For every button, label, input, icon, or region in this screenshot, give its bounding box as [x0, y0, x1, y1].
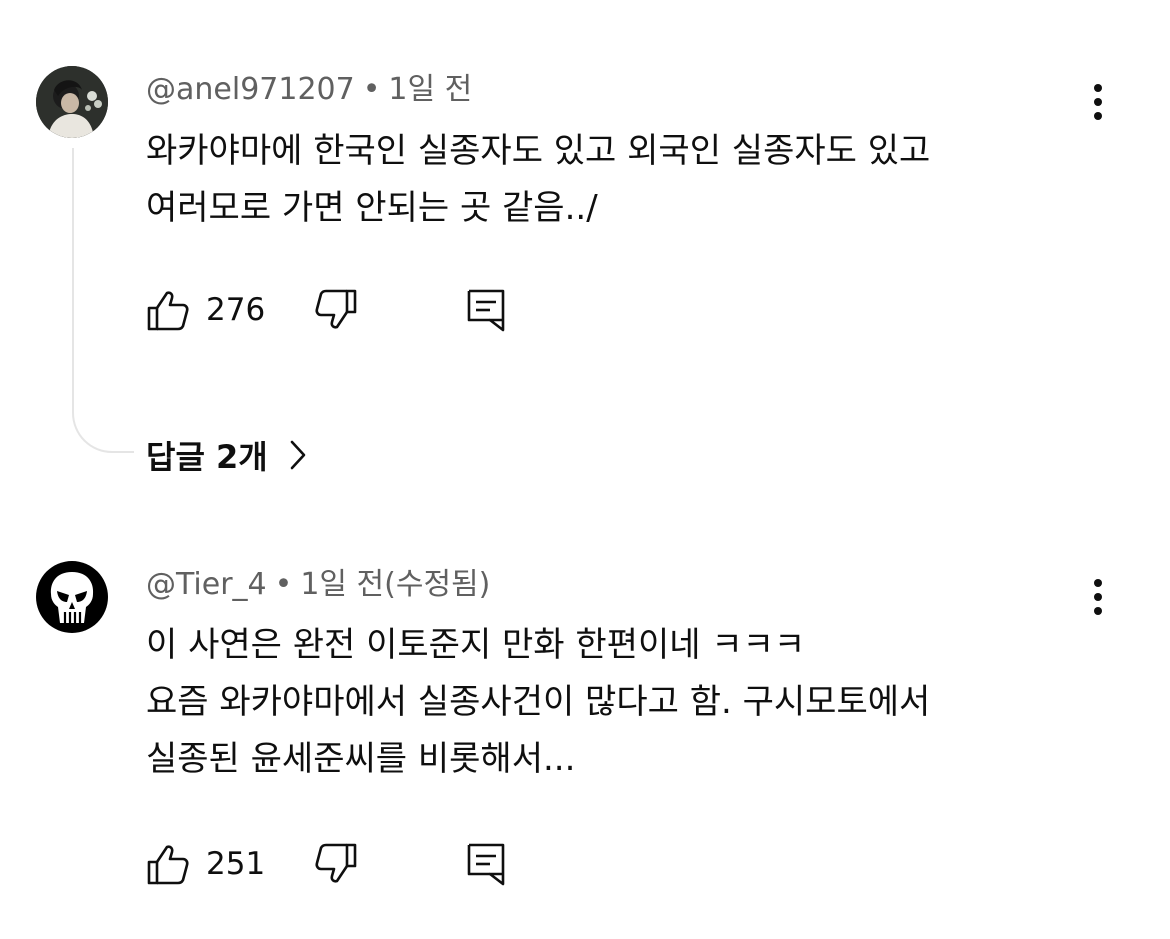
- reply-icon: [467, 289, 505, 332]
- comment-actions: 276: [146, 286, 566, 334]
- more-vert-icon: [1094, 579, 1102, 615]
- like-count: 276: [206, 292, 266, 328]
- reply-button[interactable]: [466, 840, 506, 888]
- comment-time: 1일 전: [388, 72, 473, 107]
- comment-text-line: 여러모로 가면 안되는 곳 같음../: [146, 188, 598, 228]
- comment-text-line: 와카야마에 한국인 실종자도 있고 외국인 실종자도 있고: [146, 131, 931, 171]
- comment-time: 1일 전(수정됨): [300, 567, 491, 602]
- like-button[interactable]: 251: [146, 840, 265, 888]
- dislike-button[interactable]: [314, 840, 358, 888]
- photo-avatar-icon: [36, 66, 108, 138]
- comment-meta: @anel971207 • 1일 전: [146, 68, 472, 112]
- thumbs-down-icon: [315, 289, 357, 329]
- author-name[interactable]: @Tier_4: [146, 567, 267, 602]
- comment-text: 이 사연은 완전 이토준지 만화 한편이네 ㅋㅋㅋ 요즘 와카야마에서 실종사건…: [146, 617, 1086, 788]
- replies-label: 답글 2개: [146, 438, 268, 476]
- meta-separator: •: [362, 72, 381, 107]
- skull-avatar-icon: [36, 561, 108, 633]
- avatar[interactable]: [36, 561, 108, 633]
- like-count: 251: [206, 846, 266, 882]
- author-name[interactable]: @anel971207: [146, 72, 355, 107]
- chevron-right-icon: [290, 440, 306, 470]
- more-button[interactable]: [1082, 573, 1114, 621]
- meta-separator: •: [274, 567, 293, 602]
- avatar[interactable]: [36, 66, 108, 138]
- like-button[interactable]: 276: [146, 286, 265, 334]
- thumbs-up-icon: [147, 845, 189, 885]
- view-replies-button[interactable]: 답글 2개: [146, 430, 306, 480]
- thumbs-down-icon: [315, 843, 357, 883]
- comment-text-line: 요즘 와카야마에서 실종사건이 많다고 함. 구시모토에서: [146, 682, 931, 722]
- more-button[interactable]: [1082, 78, 1114, 126]
- comment-meta: @Tier_4 • 1일 전(수정됨): [146, 563, 490, 607]
- thumbs-up-icon: [147, 291, 189, 331]
- comment-text: 와카야마에 한국인 실종자도 있고 외국인 실종자도 있고 여러모로 가면 안되…: [146, 123, 1086, 237]
- comment-text-line: 실종된 윤세준씨를 비롯해서...: [146, 739, 576, 779]
- reply-button[interactable]: [466, 286, 506, 334]
- comment-text-line: 이 사연은 완전 이토준지 만화 한편이네 ㅋㅋㅋ: [146, 625, 806, 665]
- dislike-button[interactable]: [314, 286, 358, 334]
- reply-icon: [467, 843, 505, 886]
- thread-line: [72, 148, 134, 453]
- more-vert-icon: [1094, 84, 1102, 120]
- comment-actions: 251: [146, 840, 566, 888]
